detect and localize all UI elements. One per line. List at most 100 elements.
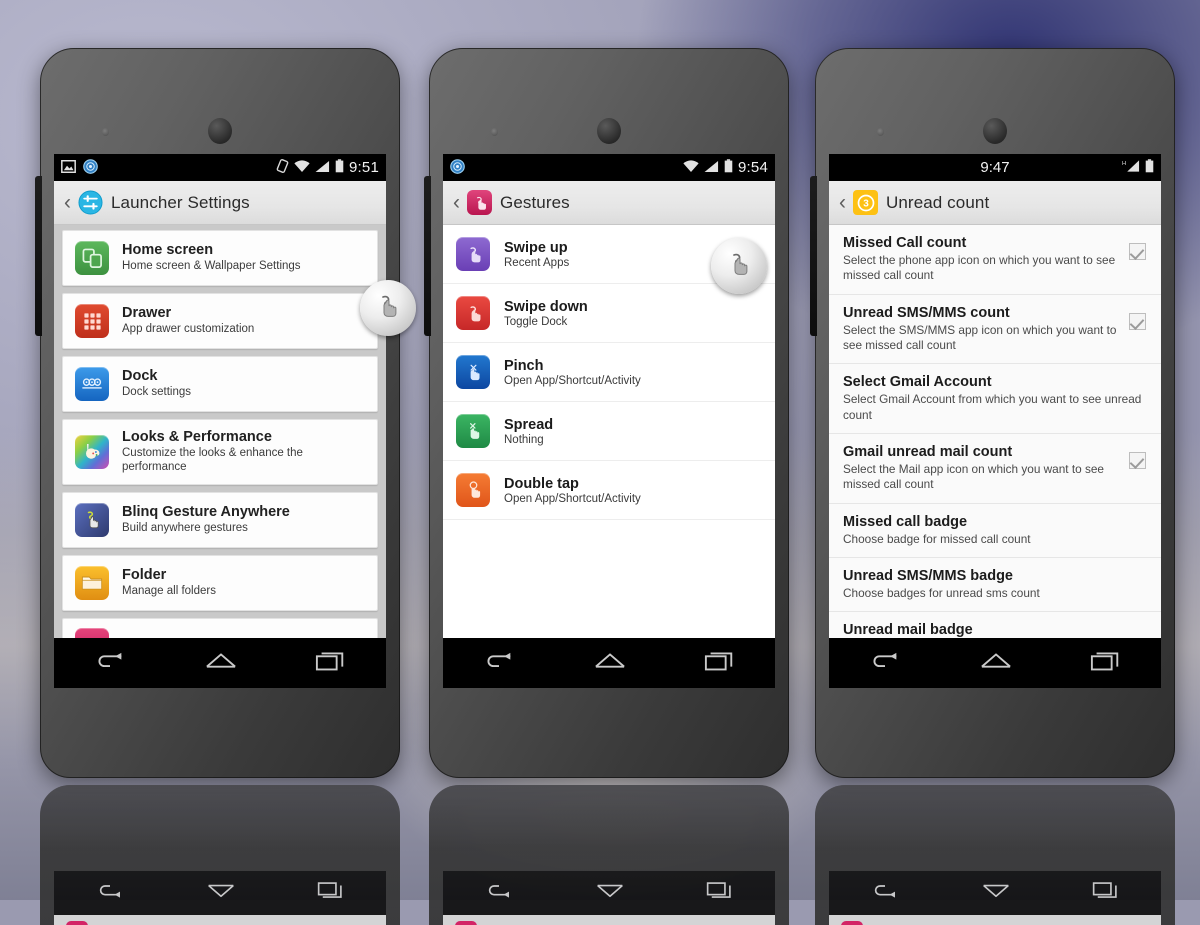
list-item-dock[interactable]: Dock Dock settings	[62, 356, 378, 412]
recents-icon[interactable]	[704, 650, 736, 677]
unread-count-pref-list[interactable]: Missed Call count Select the phone app i…	[829, 225, 1161, 638]
list-item-title: Missed call badge	[843, 514, 1148, 530]
battery-icon	[335, 159, 344, 176]
list-item-missed-call-badge[interactable]: Missed call badge Choose badge for misse…	[829, 504, 1161, 558]
list-item-gmail-unread-mail-count[interactable]: Gmail unread mail count Select the Mail …	[829, 434, 1161, 504]
recents-icon[interactable]	[315, 650, 347, 677]
screen-launcher-settings: 9:51 ‹ Launcher Settings Home screen H	[54, 154, 386, 638]
back-arrow-icon[interactable]	[482, 650, 516, 677]
spread-icon	[456, 414, 490, 448]
list-item-drawer[interactable]: Drawer App drawer customization	[62, 293, 378, 349]
action-bar: ‹ Gestures	[443, 181, 775, 225]
list-item-title: Pinch	[504, 358, 641, 374]
list-item-home-screen[interactable]: Home screen Home screen & Wallpaper Sett…	[62, 230, 378, 286]
power-button[interactable]	[35, 176, 42, 336]
looks-palette-icon	[75, 435, 109, 469]
list-item-double-tap[interactable]: Double tap Open App/Shortcut/Activity	[443, 461, 775, 520]
navigation-bar[interactable]	[443, 638, 775, 688]
list-item-looks-performance[interactable]: Looks & Performance Customize the looks …	[62, 419, 378, 485]
launcher-circle-icon	[450, 159, 465, 177]
signal-icon	[315, 160, 330, 176]
back-chevron-icon[interactable]: ‹	[64, 192, 71, 213]
phone-unread-count: 9:47 H ‹ 3 Unread count Missed Call cou	[815, 48, 1175, 778]
list-item-missed-call-count[interactable]: Missed Call count Select the phone app i…	[829, 225, 1161, 295]
front-camera-icon	[208, 118, 232, 144]
list-item-subtitle: Customize the looks & enhance the perfor…	[122, 446, 365, 475]
screen-unread-count: 9:47 H ‹ 3 Unread count Missed Call cou	[829, 154, 1161, 638]
drawer-grid-icon	[75, 304, 109, 338]
settings-card-list[interactable]: Home screen Home screen & Wallpaper Sett…	[54, 225, 386, 638]
status-bar-clock: 9:51	[349, 159, 379, 176]
reflection-fade	[815, 785, 1175, 925]
page-title: Gestures	[500, 193, 570, 213]
list-item-title: Unread SMS/MMS badge	[843, 568, 1148, 584]
hand-gesture-icon[interactable]	[360, 280, 416, 336]
hand-gesture-icon[interactable]	[711, 238, 767, 294]
reflection-fade	[429, 785, 789, 925]
list-item-title: Blinq Gesture Anywhere	[122, 504, 290, 520]
home-icon[interactable]	[594, 650, 626, 677]
phone-reflection-2: Gestures	[429, 785, 789, 925]
power-button[interactable]	[424, 176, 431, 336]
list-item-unread-sms-mms-badge[interactable]: Unread SMS/MMS badge Choose badges for u…	[829, 558, 1161, 612]
phone-reflection-3: Gestures	[815, 785, 1175, 925]
checkbox-missed-call-count[interactable]	[1129, 243, 1146, 260]
status-bar-clock: 9:54	[738, 159, 768, 176]
list-item-swipe-down[interactable]: Swipe down Toggle Dock	[443, 284, 775, 343]
list-item-subtitle: Toggle Dock	[504, 316, 588, 328]
home-screen-icon	[75, 241, 109, 275]
list-item-select-gmail-account[interactable]: Select Gmail Account Select Gmail Accoun…	[829, 364, 1161, 434]
home-icon[interactable]	[980, 650, 1012, 677]
list-item-blinq-gesture-anywhere[interactable]: Blinq Gesture Anywhere Build anywhere ge…	[62, 492, 378, 548]
recents-icon[interactable]	[1090, 650, 1122, 677]
list-item-subtitle: Select the Mail app icon on which you wa…	[843, 462, 1121, 493]
list-item-subtitle: Open App/Shortcut/Activity	[504, 493, 641, 505]
list-item-subtitle: Manage all folders	[122, 584, 216, 598]
launcher-circle-icon	[83, 159, 98, 177]
gestures-icon	[75, 628, 109, 638]
list-item-title: Swipe down	[504, 299, 588, 315]
list-item-gestures[interactable]: Gestures	[62, 618, 378, 638]
power-button[interactable]	[810, 176, 817, 336]
list-item-subtitle: Select the SMS/MMS app icon on which you…	[843, 323, 1121, 354]
list-item-folder[interactable]: Folder Manage all folders	[62, 555, 378, 611]
front-camera-icon	[597, 118, 621, 144]
home-icon[interactable]	[205, 650, 237, 677]
blinq-gesture-icon	[75, 503, 109, 537]
checkbox-unread-sms-mms-count[interactable]	[1129, 313, 1146, 330]
screen-gestures: 9:54 ‹ Gestures Swipe up	[443, 154, 775, 638]
list-item-title: Missed Call count	[843, 235, 1121, 251]
page-title: Launcher Settings	[111, 193, 250, 213]
list-item-title: Drawer	[122, 305, 254, 321]
signal-icon	[704, 160, 719, 176]
list-item-title: Select Gmail Account	[843, 374, 1148, 390]
rotation-lock-icon	[276, 159, 289, 176]
phone-launcher-settings: 9:51 ‹ Launcher Settings Home screen H	[40, 48, 400, 778]
list-item-pinch[interactable]: Pinch Open App/Shortcut/Activity	[443, 343, 775, 402]
status-bar: 9:54	[443, 154, 775, 181]
list-item-title: Swipe up	[504, 240, 569, 256]
checkbox-gmail-unread-mail-count[interactable]	[1129, 452, 1146, 469]
reflection-fade	[40, 785, 400, 925]
folder-icon	[75, 566, 109, 600]
list-item-subtitle: Build anywhere gestures	[122, 521, 290, 535]
action-bar: ‹ 3 Unread count	[829, 181, 1161, 225]
action-bar: ‹ Launcher Settings	[54, 181, 386, 225]
swipe-up-icon	[456, 237, 490, 271]
list-item-spread[interactable]: Spread Nothing	[443, 402, 775, 461]
back-arrow-icon[interactable]	[868, 650, 902, 677]
list-item-unread-mail-badge[interactable]: Unread mail badge Choose badge for unrea…	[829, 612, 1161, 638]
status-bar-clock: 9:47	[829, 159, 1161, 176]
list-item-unread-sms-mms-count[interactable]: Unread SMS/MMS count Select the SMS/MMS …	[829, 295, 1161, 365]
dock-icon	[75, 367, 109, 401]
phone-gestures: 9:54 ‹ Gestures Swipe up	[429, 48, 789, 778]
list-item-title: Dock	[122, 368, 191, 384]
navigation-bar[interactable]	[829, 638, 1161, 688]
back-chevron-icon[interactable]: ‹	[839, 192, 846, 213]
list-item-title: Unread SMS/MMS count	[843, 305, 1121, 321]
back-arrow-icon[interactable]	[93, 650, 127, 677]
navigation-bar[interactable]	[54, 638, 386, 688]
battery-icon	[1145, 159, 1154, 176]
back-chevron-icon[interactable]: ‹	[453, 192, 460, 213]
list-item-subtitle: Nothing	[504, 434, 553, 446]
